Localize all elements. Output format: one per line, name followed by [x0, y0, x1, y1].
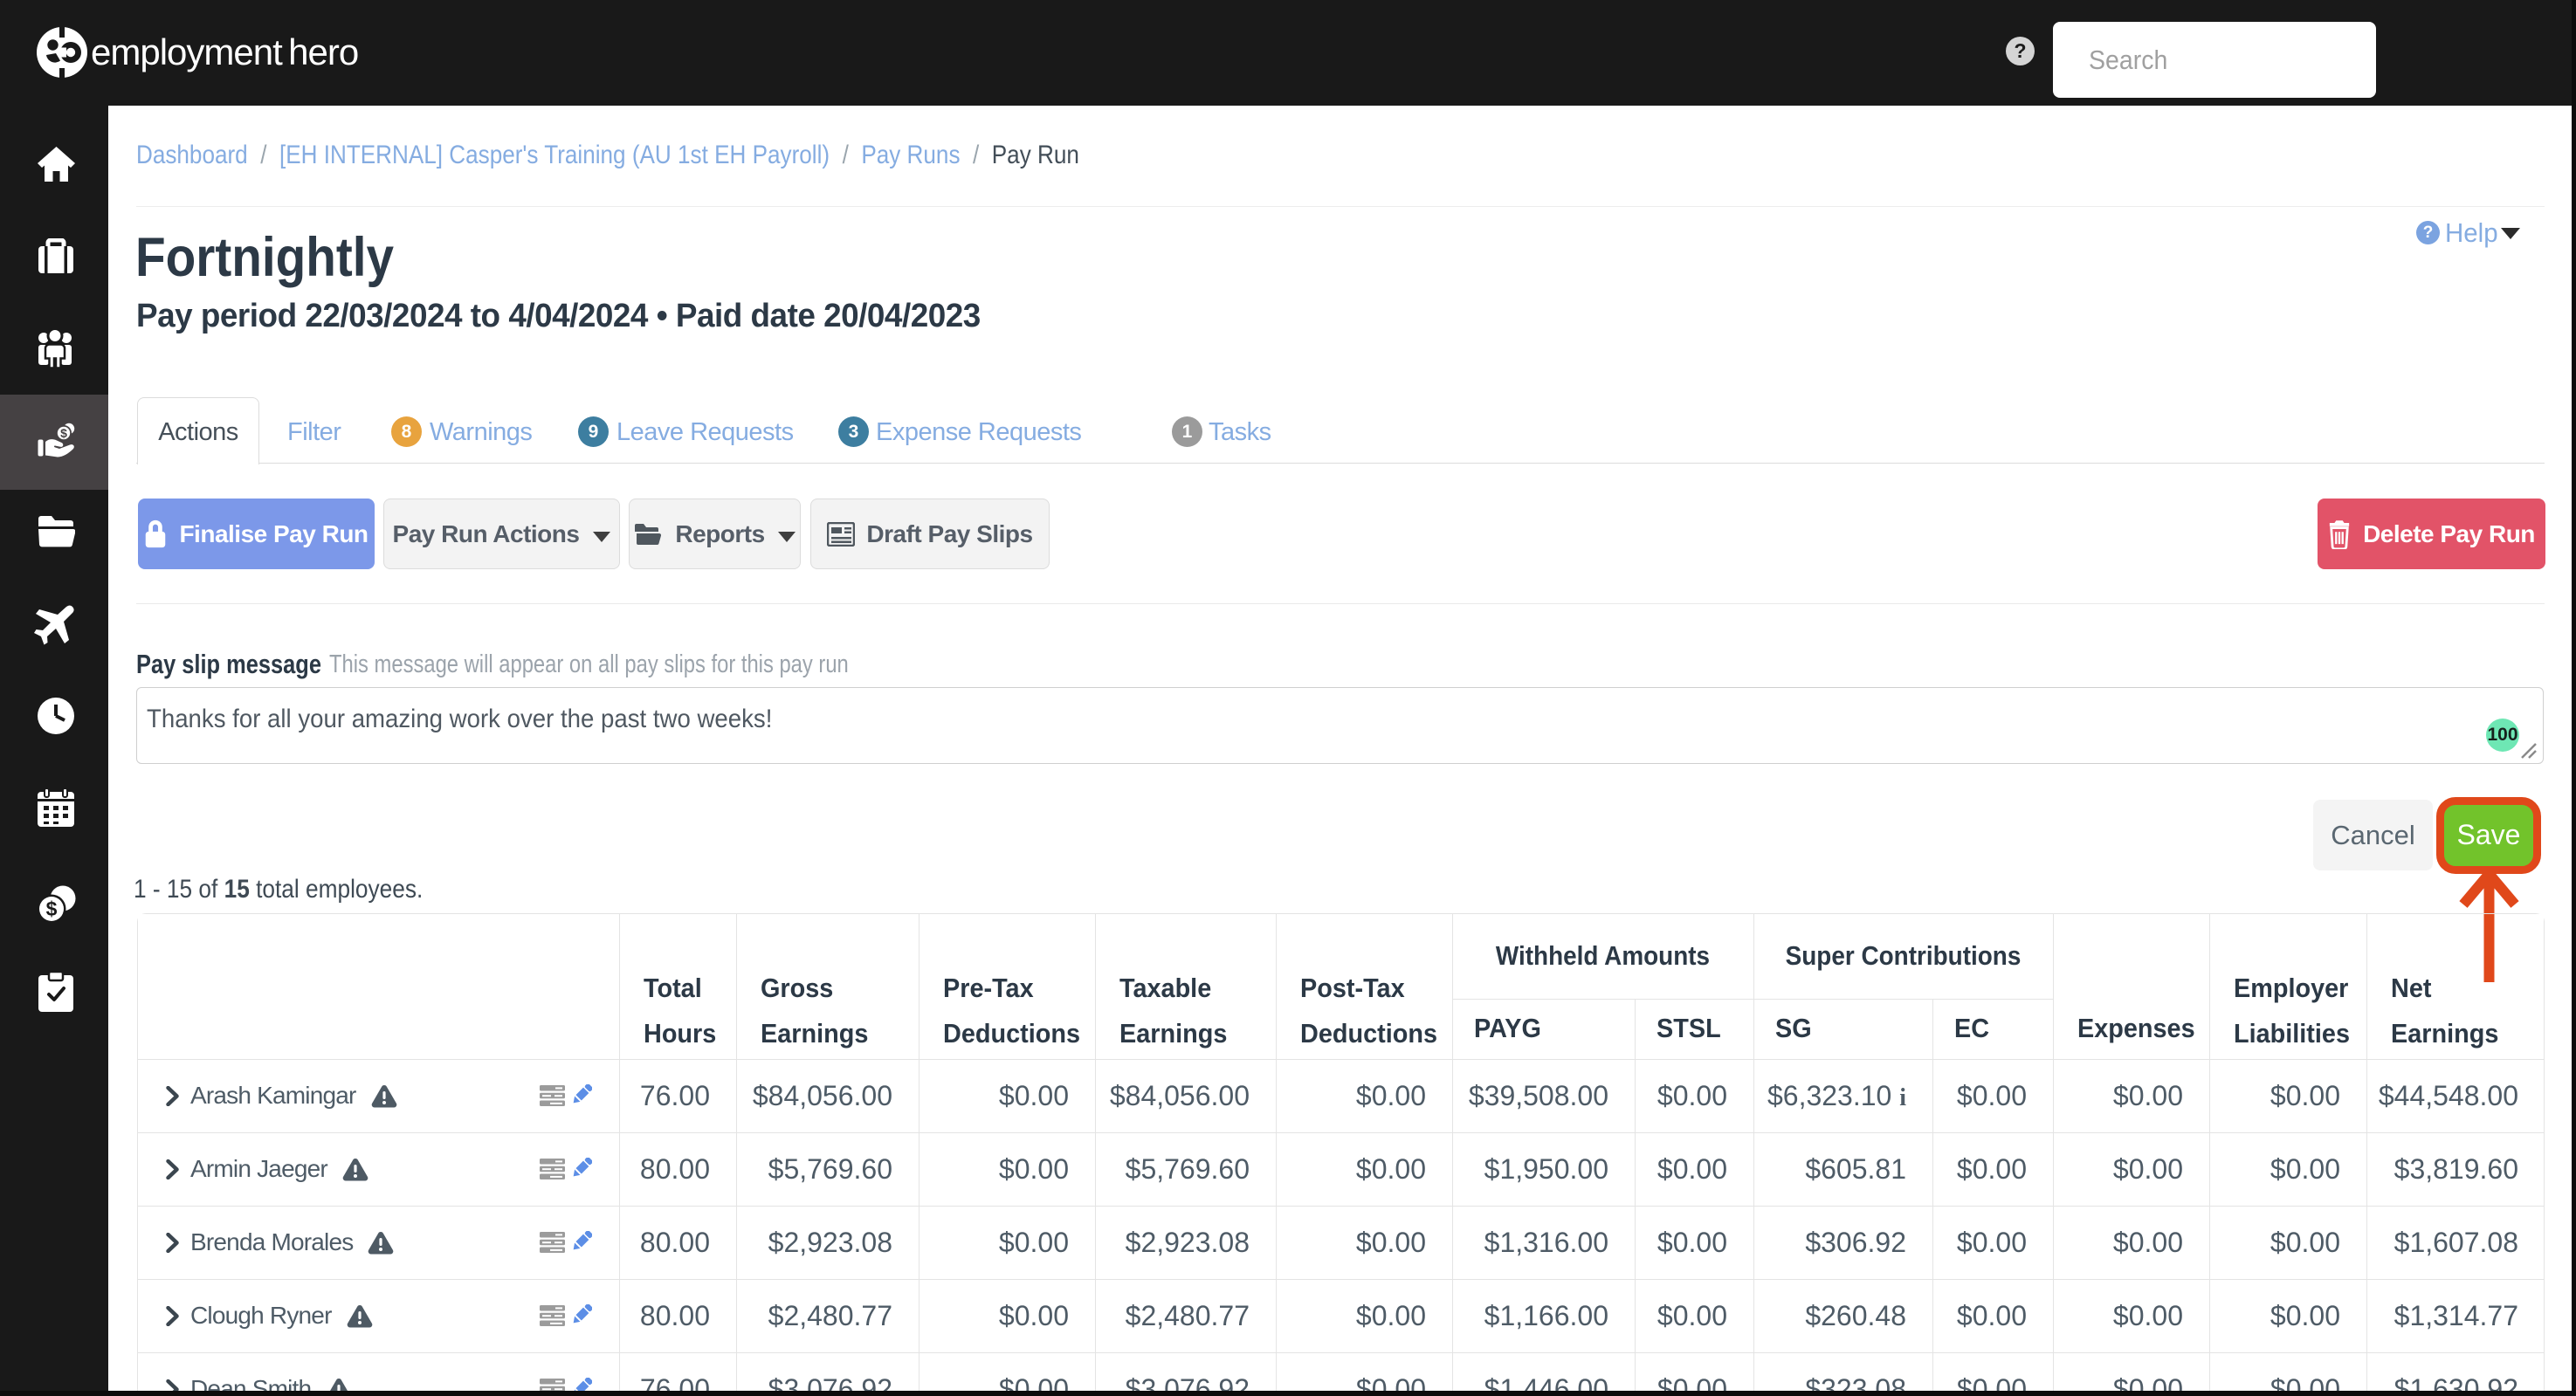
svg-text:$: $: [60, 426, 67, 440]
svg-text:$: $: [46, 897, 58, 920]
